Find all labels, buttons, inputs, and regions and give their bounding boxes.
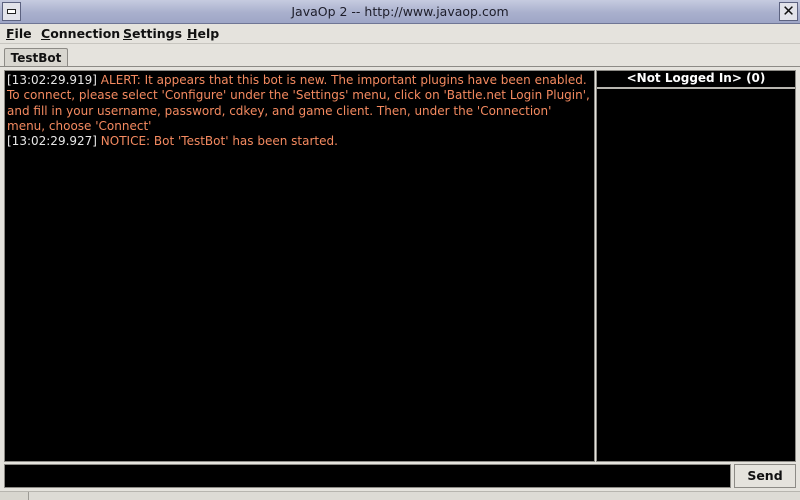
status-segment — [28, 492, 800, 500]
tab-testbot[interactable]: TestBot — [4, 48, 68, 67]
chat-line: [13:02:29.919] ALERT: It appears that th… — [7, 73, 592, 134]
menu-connection-mnemonic: C — [41, 26, 51, 41]
menu-bar: File Connection Settings Help — [0, 24, 800, 44]
menu-settings-mnemonic: S — [123, 26, 133, 41]
send-button[interactable]: Send — [734, 464, 796, 488]
chat-message: NOTICE: Bot 'TestBot' has been started. — [96, 134, 338, 149]
menu-help-label: elp — [197, 26, 220, 41]
menu-connection-label: onnection — [50, 26, 121, 41]
window-title: JavaOp 2 -- http://www.javaop.com — [291, 4, 509, 19]
close-icon: ✕ — [782, 2, 795, 20]
chat-timestamp: [13:02:29.927] — [7, 134, 97, 149]
menu-connection[interactable]: Connection — [41, 26, 120, 41]
menu-help[interactable]: Help — [187, 26, 219, 41]
chat-log[interactable]: [13:02:29.919] ALERT: It appears that th… — [4, 70, 595, 462]
app-window: JavaOp 2 -- http://www.javaop.com ✕ File… — [0, 0, 800, 500]
menu-settings-label: ettings — [132, 26, 183, 41]
tab-divider — [0, 66, 800, 67]
menu-file[interactable]: File — [6, 26, 32, 41]
menu-file-label: ile — [14, 26, 32, 41]
title-bar[interactable]: JavaOp 2 -- http://www.javaop.com ✕ — [0, 0, 800, 24]
menu-file-mnemonic: F — [6, 26, 15, 41]
user-list-header: <Not Logged In> (0) — [597, 71, 795, 89]
close-button[interactable]: ✕ — [779, 2, 798, 21]
chat-timestamp: [13:02:29.919] — [7, 73, 97, 87]
chat-line: [13:02:29.927] NOTICE: Bot 'TestBot' has… — [7, 134, 592, 149]
user-list[interactable]: <Not Logged In> (0) — [596, 70, 796, 462]
status-bar — [0, 491, 800, 500]
menu-settings[interactable]: Settings — [123, 26, 182, 41]
menu-help-mnemonic: H — [187, 26, 198, 41]
chat-input[interactable] — [4, 464, 731, 488]
